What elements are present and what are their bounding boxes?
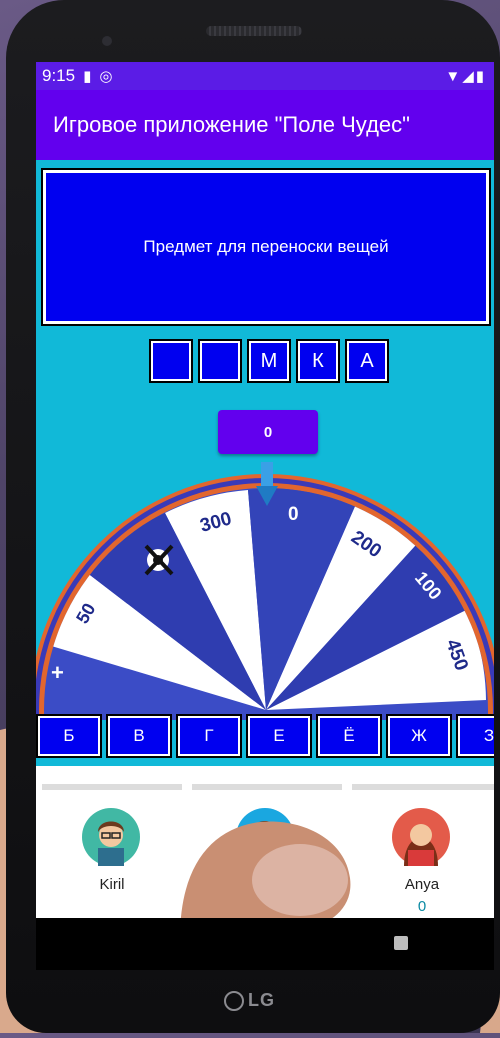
sync-icon: ◎ xyxy=(99,68,113,85)
letter-button[interactable]: Б xyxy=(36,714,102,758)
system-nav-bar xyxy=(36,918,494,970)
app-screen: 9:15 ▮ ◎ ▼◢▮ Игровое приложение "Поле Чу… xyxy=(36,62,494,918)
player-avatar xyxy=(82,808,140,866)
app-bar: Игровое приложение "Поле Чудес" xyxy=(36,90,494,160)
signal-battery-icons: ▼◢▮ xyxy=(445,68,486,85)
letter-button-label: З xyxy=(460,718,494,754)
earpiece-speaker xyxy=(206,26,302,36)
letter-button-label: Е xyxy=(250,718,308,754)
player-progress-bar xyxy=(352,784,494,790)
word-cell: М xyxy=(247,339,291,383)
letter-button-label: Г xyxy=(180,718,238,754)
player-name: Anya xyxy=(404,876,440,893)
status-time: 9:15 xyxy=(42,66,76,85)
score-button[interactable]: 0 xyxy=(218,410,318,454)
word-cell-letter xyxy=(153,343,189,379)
recent-apps-button[interactable] xyxy=(394,936,408,950)
brand-logo: LG xyxy=(224,990,275,1012)
question-panel: Предмет для переноски вещей xyxy=(43,170,489,324)
player-progress-bar xyxy=(192,784,342,790)
word-cells: М К А xyxy=(149,339,389,383)
letter-button-label: Б xyxy=(40,718,98,754)
wheel-pointer-icon xyxy=(256,462,278,506)
word-cell-letter: А xyxy=(349,343,385,379)
word-cell-letter xyxy=(202,343,238,379)
word-cell xyxy=(149,339,193,383)
wheel-label-0: 0 xyxy=(288,504,299,525)
letter-button[interactable]: Е xyxy=(246,714,312,758)
player-name: Kiril xyxy=(99,876,125,893)
wheel-label-plus: + xyxy=(51,660,64,685)
player-progress-bar xyxy=(42,784,182,790)
word-cell: К xyxy=(296,339,340,383)
player-avatar xyxy=(392,808,450,866)
letter-button-label: Ж xyxy=(390,718,448,754)
letter-button-label: В xyxy=(110,718,168,754)
front-camera xyxy=(102,36,112,46)
letter-button[interactable]: Г xyxy=(176,714,242,758)
lg-logo-icon xyxy=(224,991,244,1012)
word-cell-letter: М xyxy=(251,343,287,379)
letter-keyboard: Б В Г Е Ё Ж З xyxy=(36,714,494,764)
word-cell: А xyxy=(345,339,389,383)
player-score: 0 xyxy=(417,898,427,915)
letter-button-label: Ё xyxy=(320,718,378,754)
letter-button[interactable]: З xyxy=(456,714,494,758)
word-cell xyxy=(198,339,242,383)
brand-text: LG xyxy=(248,990,275,1010)
status-bar: 9:15 ▮ ◎ ▼◢▮ xyxy=(36,62,494,90)
question-text: Предмет для переноски вещей xyxy=(143,237,389,256)
app-title: Игровое приложение "Поле Чудес" xyxy=(53,112,410,137)
bankrupt-icon xyxy=(144,544,174,576)
letter-button[interactable]: В xyxy=(106,714,172,758)
word-cell-letter: К xyxy=(300,343,336,379)
sd-card-icon: ▮ xyxy=(83,68,92,85)
letter-button[interactable]: Ж xyxy=(386,714,452,758)
letter-button[interactable]: Ё xyxy=(316,714,382,758)
